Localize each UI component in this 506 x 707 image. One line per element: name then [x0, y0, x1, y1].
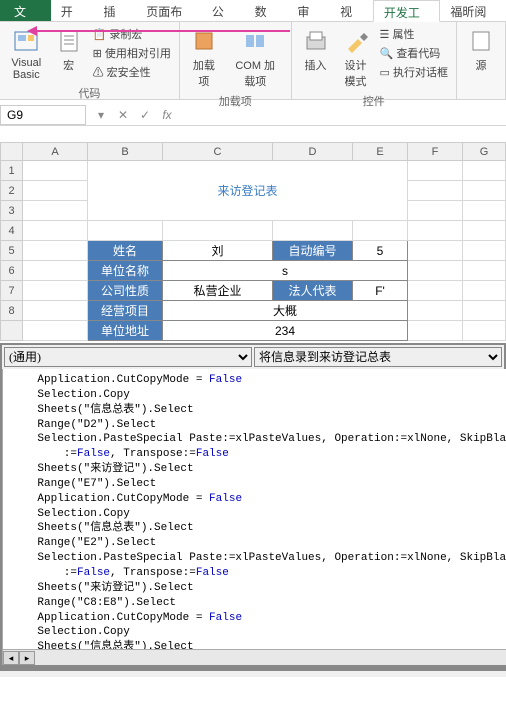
- vba-code-pane[interactable]: Application.CutCopyMode = False Selectio…: [3, 369, 506, 649]
- ribbon-toolbar: Visual Basic 宏 📋 录制宏 ⊞ 使用相对引用 ⚠ 宏安全性 代码 …: [0, 22, 506, 100]
- addins-label: 加载项: [190, 57, 218, 89]
- tab-foxit[interactable]: 福昕阅读: [440, 0, 506, 21]
- source-label: 源: [476, 57, 487, 73]
- source-button[interactable]: 源: [463, 25, 499, 75]
- design-icon: [342, 27, 370, 55]
- cell-e7[interactable]: F': [353, 281, 408, 301]
- cell-b6[interactable]: 单位名称: [88, 261, 163, 281]
- row-3[interactable]: 3: [1, 201, 23, 221]
- record-macro-button[interactable]: 📋 录制宏: [91, 25, 173, 43]
- tab-developer[interactable]: 开发工具: [373, 0, 441, 22]
- col-b[interactable]: B: [88, 143, 163, 161]
- vba-editor: (通用) 将信息录到来访登记总表 Application.CutCopyMode…: [0, 343, 506, 667]
- insert-control-button[interactable]: 插入: [298, 25, 334, 91]
- col-g[interactable]: G: [463, 143, 506, 161]
- cell-b8[interactable]: 经营项目: [88, 301, 163, 321]
- row-4[interactable]: 4: [1, 221, 23, 241]
- cell-c7[interactable]: 私营企业: [163, 281, 273, 301]
- addins-group-label: 加载项: [186, 91, 285, 109]
- cell-d7[interactable]: 法人代表: [273, 281, 353, 301]
- col-d[interactable]: D: [273, 143, 353, 161]
- macros-button[interactable]: 宏: [51, 25, 87, 83]
- tab-file[interactable]: 文件: [0, 0, 51, 21]
- col-f[interactable]: F: [408, 143, 463, 161]
- ribbon-tabs: 文件 开始 插入 页面布局 公式 数据 审阅 视图 开发工具 福昕阅读: [0, 0, 506, 22]
- tab-view[interactable]: 视图: [330, 0, 373, 21]
- cell-e5[interactable]: 5: [353, 241, 408, 261]
- corner-cell[interactable]: [1, 143, 23, 161]
- row-7[interactable]: 7: [1, 281, 23, 301]
- col-e[interactable]: E: [353, 143, 408, 161]
- dropdown-icon[interactable]: ▾: [90, 108, 112, 122]
- source-icon: [467, 27, 495, 55]
- vb-label: Visual Basic: [10, 57, 43, 81]
- addins-button[interactable]: 加载项: [186, 25, 222, 91]
- tab-formula[interactable]: 公式: [202, 0, 245, 21]
- vba-procedure-dropdown[interactable]: 将信息录到来访登记总表: [254, 347, 502, 367]
- cell-c8[interactable]: 大概: [163, 301, 408, 321]
- com-addins-label: COM 加载项: [230, 57, 281, 89]
- cell-c6[interactable]: s: [163, 261, 408, 281]
- row-5[interactable]: 5: [1, 241, 23, 261]
- com-addins-button[interactable]: COM 加载项: [226, 25, 285, 91]
- cell-d5[interactable]: 自动编号: [273, 241, 353, 261]
- run-dialog-button[interactable]: ▭ 执行对话框: [378, 63, 450, 81]
- design-mode-button[interactable]: 设计模式: [338, 25, 374, 91]
- title-cell[interactable]: 来访登记表: [88, 161, 408, 221]
- annotation-arrow: [30, 30, 290, 32]
- scroll-right-icon[interactable]: ▸: [19, 651, 35, 665]
- col-c[interactable]: C: [163, 143, 273, 161]
- col-a[interactable]: A: [23, 143, 88, 161]
- enter-icon[interactable]: ✓: [134, 108, 156, 122]
- row-8[interactable]: 8: [1, 301, 23, 321]
- tab-insert[interactable]: 插入: [94, 0, 137, 21]
- tab-review[interactable]: 审阅: [287, 0, 330, 21]
- cell-b5[interactable]: 姓名: [88, 241, 163, 261]
- tab-home[interactable]: 开始: [51, 0, 94, 21]
- properties-button[interactable]: ☰ 属性: [378, 25, 450, 43]
- vba-scrollbar-h[interactable]: ◂ ▸: [3, 649, 506, 665]
- row-6[interactable]: 6: [1, 261, 23, 281]
- tab-data[interactable]: 数据: [245, 0, 288, 21]
- cell-c9[interactable]: 234: [163, 321, 408, 341]
- scroll-left-icon[interactable]: ◂: [3, 651, 19, 665]
- tab-layout[interactable]: 页面布局: [136, 0, 202, 21]
- vba-splitter[interactable]: [0, 667, 506, 677]
- cell-c5[interactable]: 刘: [163, 241, 273, 261]
- row-2[interactable]: 2: [1, 181, 23, 201]
- view-code-button[interactable]: 🔍 查看代码: [378, 44, 450, 62]
- cell-b9[interactable]: 单位地址: [88, 321, 163, 341]
- vba-object-dropdown[interactable]: (通用): [4, 347, 252, 367]
- fx-icon[interactable]: fx: [156, 108, 178, 122]
- cell-b7[interactable]: 公司性质: [88, 281, 163, 301]
- macro-label: 宏: [63, 57, 74, 73]
- insert-ctrl-icon: [302, 27, 330, 55]
- controls-group-label: 控件: [298, 91, 450, 109]
- name-box[interactable]: G9: [0, 105, 86, 125]
- relative-ref-button[interactable]: ⊞ 使用相对引用: [91, 44, 173, 62]
- code-group-label: 代码: [6, 83, 173, 101]
- design-label: 设计模式: [342, 57, 370, 89]
- row-1[interactable]: 1: [1, 161, 23, 181]
- macro-security-button[interactable]: ⚠ 宏安全性: [91, 63, 173, 81]
- spreadsheet-grid[interactable]: A B C D E F G 1 来访登记表 2 3 4 5 姓名 刘 自动编号 5…: [0, 142, 506, 341]
- column-headers: A B C D E F G: [1, 143, 506, 161]
- cancel-icon[interactable]: ✕: [112, 108, 134, 122]
- insert-ctrl-label: 插入: [305, 57, 327, 73]
